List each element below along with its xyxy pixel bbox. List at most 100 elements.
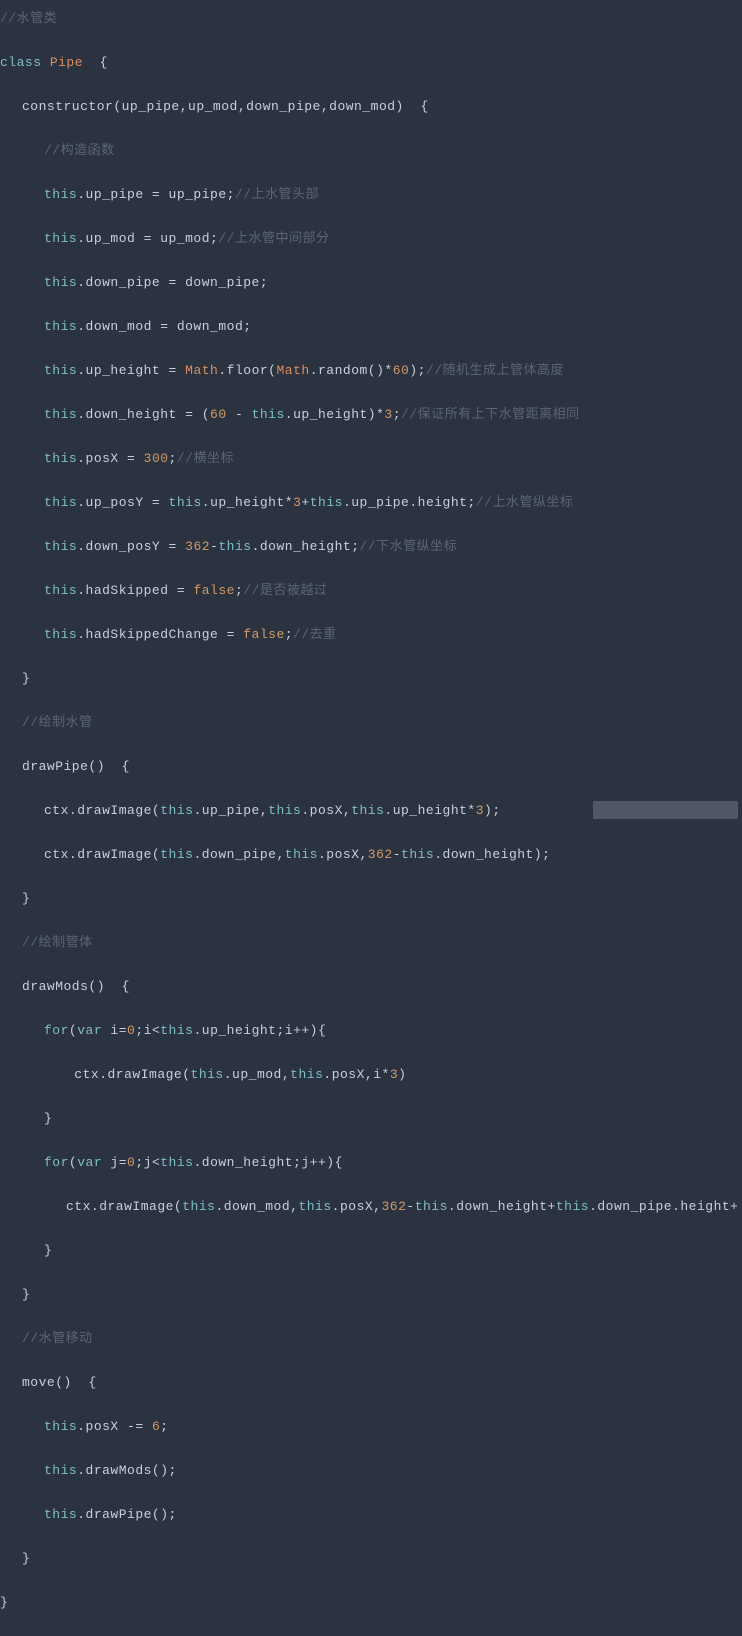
code-line[interactable]: //绘制管体 <box>0 932 742 954</box>
code-line[interactable]: this.hadSkippedChange = false;//去重 <box>0 624 742 646</box>
text-token: ; <box>169 451 177 466</box>
comment-token: //随机生成上管体高度 <box>426 363 564 378</box>
text-token: ; <box>160 1419 168 1434</box>
text-token: i= <box>102 1023 127 1038</box>
code-line[interactable]: this.down_height = (60 - this.up_height)… <box>0 404 742 426</box>
text-token: .down_mod = down_mod; <box>77 319 251 334</box>
code-line[interactable]: } <box>0 668 742 690</box>
number-token: 0 <box>127 1023 135 1038</box>
text-token: ); <box>409 363 426 378</box>
number-token: 362 <box>381 1199 406 1214</box>
class-token: Math <box>276 363 309 378</box>
code-line[interactable]: this.drawMods(); <box>0 1460 742 1482</box>
keyword-token: this <box>191 1067 224 1082</box>
keyword-token: this <box>160 1023 193 1038</box>
text-token: ) <box>398 1067 406 1082</box>
code-line[interactable]: //水管移动 <box>0 1328 742 1350</box>
text-token: .down_height = ( <box>77 407 210 422</box>
code-line[interactable]: constructor(up_pipe,up_mod,down_pipe,dow… <box>0 96 742 118</box>
class-token: Math <box>185 363 218 378</box>
code-line[interactable]: ctx.drawImage(this.up_mod,this.posX,i*3) <box>0 1064 742 1086</box>
text-token: constructor(up_pipe,up_mod,down_pipe,dow… <box>22 99 429 114</box>
text-token: .down_pipe, <box>193 847 284 862</box>
keyword-token: this <box>169 495 202 510</box>
code-line[interactable]: } <box>0 1108 742 1130</box>
keyword-token: this <box>298 1199 331 1214</box>
keyword-token: for <box>44 1155 69 1170</box>
keyword-token: var <box>77 1023 102 1038</box>
keyword-token: this <box>160 847 193 862</box>
keyword-token: this <box>160 1155 193 1170</box>
text-token: .random()* <box>310 363 393 378</box>
number-token: 60 <box>210 407 227 422</box>
text-token: ctx.drawImage( <box>66 1199 182 1214</box>
text-token: ctx.drawImage( <box>44 847 160 862</box>
keyword-token: class <box>0 55 50 70</box>
code-line[interactable]: //绘制水管 <box>0 712 742 734</box>
keyword-token: this <box>44 495 77 510</box>
code-line[interactable]: } <box>0 1548 742 1570</box>
code-line[interactable]: } <box>0 888 742 910</box>
keyword-token: this <box>44 627 77 642</box>
code-line[interactable]: move() { <box>0 1372 742 1394</box>
code-line[interactable]: this.posX -= 6; <box>0 1416 742 1438</box>
code-line[interactable]: this.down_pipe = down_pipe; <box>0 272 742 294</box>
code-line[interactable]: for(var i=0;i<this.up_height;i++){ <box>0 1020 742 1042</box>
keyword-token: this <box>160 803 193 818</box>
keyword-token: this <box>44 1419 77 1434</box>
code-line[interactable]: class Pipe { <box>0 52 742 74</box>
code-line[interactable]: this.drawPipe(); <box>0 1504 742 1526</box>
comment-token: //横坐标 <box>177 451 234 466</box>
code-line[interactable]: this.up_height = Math.floor(Math.random(… <box>0 360 742 382</box>
code-line[interactable]: ctx.drawImage(this.down_mod,this.posX,36… <box>0 1196 742 1218</box>
code-line[interactable]: this.up_posY = this.up_height*3+this.up_… <box>0 492 742 514</box>
text-token: .up_posY = <box>77 495 168 510</box>
code-line[interactable]: drawPipe() { <box>0 756 742 778</box>
text-token: - <box>393 847 401 862</box>
code-line[interactable]: this.hadSkipped = false;//是否被越过 <box>0 580 742 602</box>
code-line[interactable]: drawMods() { <box>0 976 742 998</box>
text-token: ;i< <box>135 1023 160 1038</box>
keyword-token: this <box>44 1507 77 1522</box>
text-token: - <box>406 1199 414 1214</box>
text-token: - <box>227 407 252 422</box>
code-line[interactable]: ctx.drawImage(this.down_pipe,this.posX,3… <box>0 844 742 866</box>
keyword-token: this <box>44 451 77 466</box>
comment-token: //绘制管体 <box>22 935 93 950</box>
code-line[interactable]: this.down_posY = 362-this.down_height;//… <box>0 536 742 558</box>
comment-token: //是否被越过 <box>243 583 327 598</box>
text-token: drawPipe() { <box>22 759 130 774</box>
code-line[interactable]: this.posX = 300;//横坐标 <box>0 448 742 470</box>
text-token: drawMods() { <box>22 979 130 994</box>
text-token: .up_pipe = up_pipe; <box>77 187 235 202</box>
text-token: .up_height;i++){ <box>193 1023 326 1038</box>
text-token: + <box>301 495 309 510</box>
keyword-token: this <box>44 1463 77 1478</box>
code-line[interactable]: this.down_mod = down_mod; <box>0 316 742 338</box>
text-token: .up_height)* <box>285 407 385 422</box>
comment-token: //水管类 <box>0 11 57 26</box>
text-token: } <box>22 671 30 686</box>
text-token: .down_mod, <box>215 1199 298 1214</box>
code-line[interactable]: this.up_mod = up_mod;//上水管中间部分 <box>0 228 742 250</box>
number-token: 3 <box>384 407 392 422</box>
code-line[interactable]: //水管类 <box>0 8 742 30</box>
horizontal-scrollbar-thumb[interactable] <box>593 801 738 819</box>
keyword-token: for <box>44 1023 69 1038</box>
text-token: .posX, <box>301 803 351 818</box>
code-line[interactable]: } <box>0 1284 742 1306</box>
code-line[interactable]: this.up_pipe = up_pipe;//上水管头部 <box>0 184 742 206</box>
text-token: .up_mod = up_mod; <box>77 231 218 246</box>
comment-token: //下水管纵坐标 <box>360 539 458 554</box>
code-line[interactable]: for(var j=0;j<this.down_height;j++){ <box>0 1152 742 1174</box>
text-token: ; <box>393 407 401 422</box>
number-token: 0 <box>127 1155 135 1170</box>
number-token: 3 <box>390 1067 398 1082</box>
keyword-token: this <box>44 187 77 202</box>
text-token: ; <box>285 627 293 642</box>
text-token: .posX, <box>318 847 368 862</box>
text-token: .posX -= <box>77 1419 152 1434</box>
code-line[interactable]: //构造函数 <box>0 140 742 162</box>
code-line[interactable]: } <box>0 1592 742 1614</box>
code-line[interactable]: } <box>0 1240 742 1262</box>
